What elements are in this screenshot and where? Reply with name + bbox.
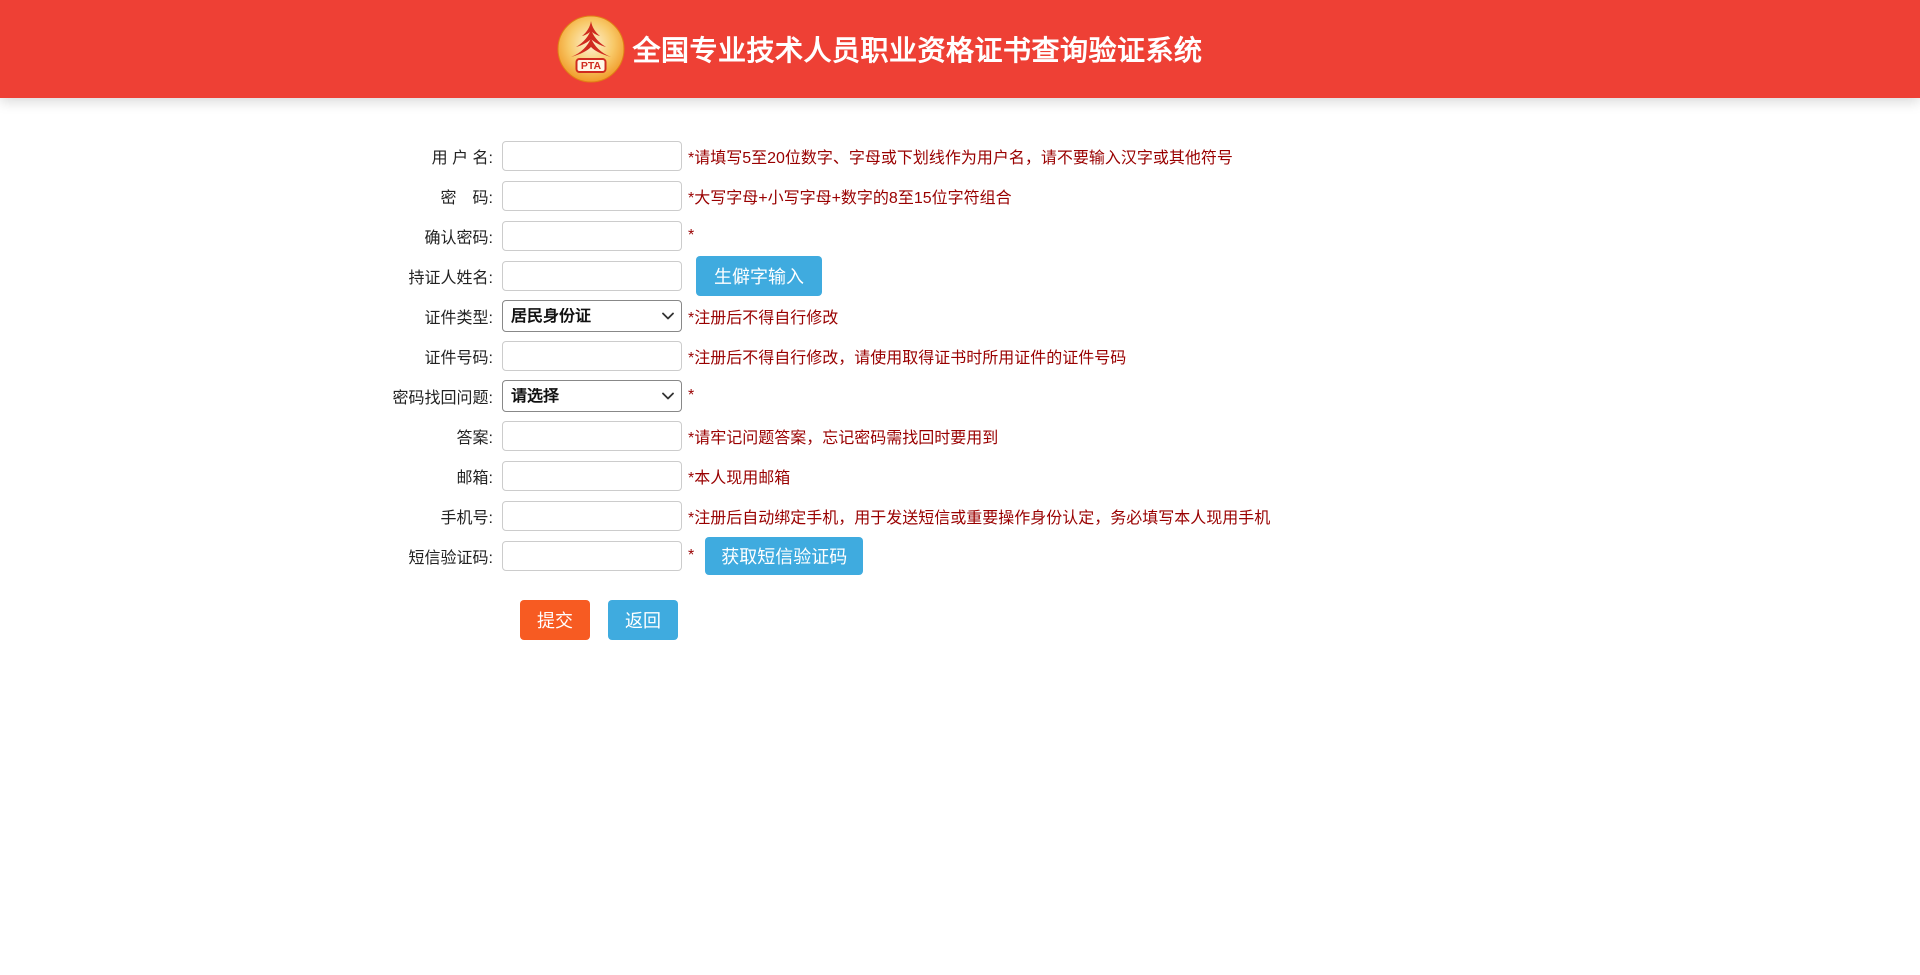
answer-hint: *请牢记问题答案，忘记密码需找回时要用到	[688, 424, 998, 448]
confirm-password-input[interactable]	[502, 221, 682, 251]
form-row-confirm-password: 确认密码: *	[0, 216, 1920, 256]
form-rows: 用 户 名: *请填写5至20位数字、字母或下划线作为用户名，请不要输入汉字或其他…	[0, 136, 1920, 576]
id-type-label: 证件类型:	[0, 304, 502, 328]
submit-button[interactable]: 提交	[520, 600, 590, 640]
id-type-select[interactable]: 居民身份证	[502, 300, 682, 332]
password-label: 密 码:	[0, 184, 502, 208]
username-label: 用 户 名:	[0, 144, 502, 168]
password-hint: *大写字母+小写字母+数字的8至15位字符组合	[688, 184, 1012, 208]
header: PTA 全国专业技术人员职业资格证书查询验证系统	[0, 0, 1920, 98]
mobile-input[interactable]	[502, 501, 682, 531]
password-input[interactable]	[502, 181, 682, 211]
form-row-id-type: 证件类型:居民身份证*注册后不得自行修改	[0, 296, 1920, 336]
mobile-hint: *注册后自动绑定手机，用于发送短信或重要操作身份认定，务必填写本人现用手机	[688, 504, 1270, 528]
pta-logo-icon: PTA	[557, 15, 625, 83]
form-row-answer: 答案: *请牢记问题答案，忘记密码需找回时要用到	[0, 416, 1920, 456]
rare-character-input-button[interactable]: 生僻字输入	[696, 256, 822, 296]
form-row-password: 密 码: *大写字母+小写字母+数字的8至15位字符组合	[0, 176, 1920, 216]
holder-name-label: 持证人姓名:	[0, 264, 502, 288]
id-type-hint: *注册后不得自行修改	[688, 304, 838, 328]
logo-text: PTA	[581, 60, 602, 72]
form-row-holder-name: 持证人姓名: 生僻字输入	[0, 256, 1920, 296]
page-title: 全国专业技术人员职业资格证书查询验证系统	[632, 29, 1202, 69]
password-question-select-wrap: 请选择	[502, 380, 682, 412]
form-row-mobile: 手机号: *注册后自动绑定手机，用于发送短信或重要操作身份认定，务必填写本人现用手…	[0, 496, 1920, 536]
holder-name-input[interactable]	[502, 261, 682, 291]
id-number-label: 证件号码:	[0, 344, 502, 368]
form-row-id-number: 证件号码: *注册后不得自行修改，请使用取得证书时所用证件的证件号码	[0, 336, 1920, 376]
password-question-label: 密码找回问题:	[0, 384, 502, 408]
mobile-label: 手机号:	[0, 504, 502, 528]
back-button[interactable]: 返回	[608, 600, 678, 640]
form-row-sms-code: 短信验证码: * 获取短信验证码	[0, 536, 1920, 576]
form-row-username: 用 户 名: *请填写5至20位数字、字母或下划线作为用户名，请不要输入汉字或其他…	[0, 136, 1920, 176]
username-hint: *请填写5至20位数字、字母或下划线作为用户名，请不要输入汉字或其他符号	[688, 144, 1233, 168]
form-row-password-question: 密码找回问题:请选择 *	[0, 376, 1920, 416]
registration-form: 用 户 名: *请填写5至20位数字、字母或下划线作为用户名，请不要输入汉字或其他…	[0, 98, 1920, 640]
username-input[interactable]	[502, 141, 682, 171]
email-input[interactable]	[502, 461, 682, 491]
answer-input[interactable]	[502, 421, 682, 451]
form-actions: 提交 返回	[0, 600, 1920, 640]
sms-code-label: 短信验证码:	[0, 544, 502, 568]
get-sms-code-button[interactable]: 获取短信验证码	[705, 537, 863, 575]
id-number-hint: *注册后不得自行修改，请使用取得证书时所用证件的证件号码	[688, 344, 1126, 368]
email-label: 邮箱:	[0, 464, 502, 488]
password-question-hint: *	[688, 387, 694, 405]
sms-code-hint: *	[688, 547, 694, 565]
id-number-input[interactable]	[502, 341, 682, 371]
sms-code-input[interactable]	[502, 541, 682, 571]
header-inner: PTA 全国专业技术人员职业资格证书查询验证系统	[557, 15, 1202, 83]
answer-label: 答案:	[0, 424, 502, 448]
id-type-select-wrap: 居民身份证	[502, 300, 682, 332]
confirm-password-label: 确认密码:	[0, 224, 502, 248]
confirm-password-hint: *	[688, 227, 694, 245]
form-row-email: 邮箱: *本人现用邮箱	[0, 456, 1920, 496]
page: PTA 全国专业技术人员职业资格证书查询验证系统 用 户 名: *请填写5至20位…	[0, 0, 1920, 975]
password-question-select[interactable]: 请选择	[502, 380, 682, 412]
email-hint: *本人现用邮箱	[688, 464, 790, 488]
